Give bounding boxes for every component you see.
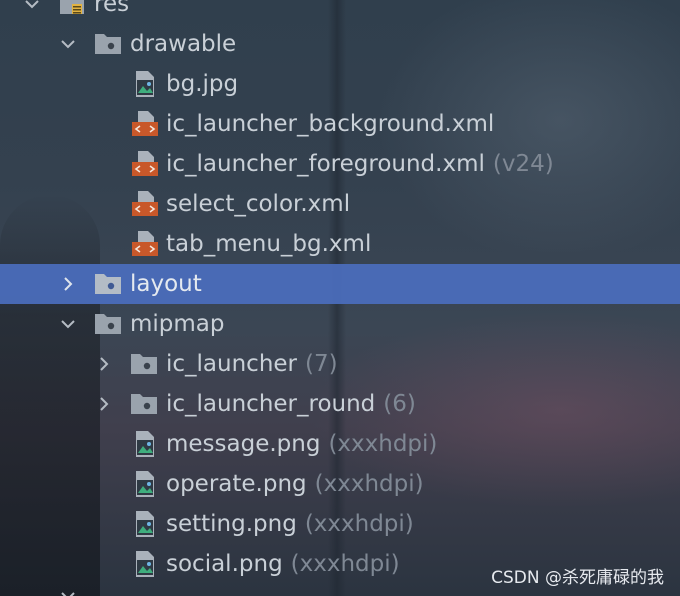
tree-node-drawable[interactable]: drawable: [0, 24, 680, 64]
file-name: ic_launcher_foreground.xml: [166, 151, 485, 177]
xml-file-icon: [132, 190, 158, 216]
image-file-icon: [132, 470, 158, 497]
file-name: bg.jpg: [166, 71, 239, 97]
watermark: CSDN @杀死庸碌的我: [491, 568, 664, 588]
item-count: (6): [383, 391, 416, 417]
xml-file-icon: [132, 150, 158, 176]
file-name: setting.png: [166, 511, 297, 537]
folder-label: mipmap: [130, 311, 225, 337]
project-tree: res drawable bg.jpg ic_launcher_backgrou…: [0, 0, 680, 596]
tree-file-bg-jpg[interactable]: bg.jpg: [0, 64, 680, 104]
folder-label: ic_launcher_round: [166, 391, 376, 417]
chevron-right-icon[interactable]: [58, 274, 78, 294]
folder-label: ic_launcher: [166, 351, 298, 377]
folder-icon: [94, 32, 121, 58]
chevron-right-icon[interactable]: [94, 354, 114, 374]
file-name: social.png: [166, 551, 283, 577]
tree-file-setting-png[interactable]: setting.png (xxxhdpi): [0, 504, 680, 544]
folder-label: res: [94, 0, 130, 17]
image-file-icon: [132, 510, 158, 537]
tree-node-res[interactable]: res: [0, 0, 680, 24]
folder-label: drawable: [130, 31, 237, 57]
file-name: select_color.xml: [166, 191, 351, 217]
file-qualifier: (xxxhdpi): [328, 431, 438, 457]
file-qualifier: (xxxhdpi): [314, 471, 424, 497]
tree-node-ic-launcher-round[interactable]: ic_launcher_round (6): [0, 384, 680, 424]
chevron-right-icon[interactable]: [94, 394, 114, 414]
file-name: operate.png: [166, 471, 307, 497]
image-file-icon: [132, 70, 158, 97]
file-name: ic_launcher_background.xml: [166, 111, 495, 137]
tree-file-ic-launcher-foreground-xml[interactable]: ic_launcher_foreground.xml (v24): [0, 144, 680, 184]
tree-node-ic-launcher[interactable]: ic_launcher (7): [0, 344, 680, 384]
file-qualifier: (xxxhdpi): [290, 551, 400, 577]
file-qualifier: (xxxhdpi): [304, 511, 414, 537]
chevron-down-icon: [58, 586, 78, 596]
tree-file-message-png[interactable]: message.png (xxxhdpi): [0, 424, 680, 464]
tree-file-tab-menu-bg-xml[interactable]: tab_menu_bg.xml: [0, 224, 680, 264]
image-file-icon: [132, 430, 158, 457]
file-name: message.png: [166, 431, 321, 457]
chevron-down-icon[interactable]: [58, 34, 78, 54]
tree-file-select-color-xml[interactable]: select_color.xml: [0, 184, 680, 224]
tree-file-operate-png[interactable]: operate.png (xxxhdpi): [0, 464, 680, 504]
xml-file-icon: [132, 110, 158, 136]
folder-icon: [130, 392, 157, 418]
folder-label: layout: [130, 271, 202, 297]
file-qualifier: (v24): [492, 151, 554, 177]
tree-node-mipmap[interactable]: mipmap: [0, 304, 680, 344]
folder-icon: [130, 352, 157, 378]
folder-icon: [94, 312, 121, 338]
folder-icon: [94, 272, 121, 298]
resources-folder-icon: [58, 0, 84, 16]
tree-node-layout[interactable]: layout: [0, 264, 680, 304]
chevron-down-icon[interactable]: [22, 0, 42, 14]
chevron-down-icon[interactable]: [58, 314, 78, 334]
xml-file-icon: [132, 230, 158, 256]
file-name: tab_menu_bg.xml: [166, 231, 372, 257]
image-file-icon: [132, 550, 158, 577]
item-count: (7): [305, 351, 338, 377]
tree-file-ic-launcher-background-xml[interactable]: ic_launcher_background.xml: [0, 104, 680, 144]
